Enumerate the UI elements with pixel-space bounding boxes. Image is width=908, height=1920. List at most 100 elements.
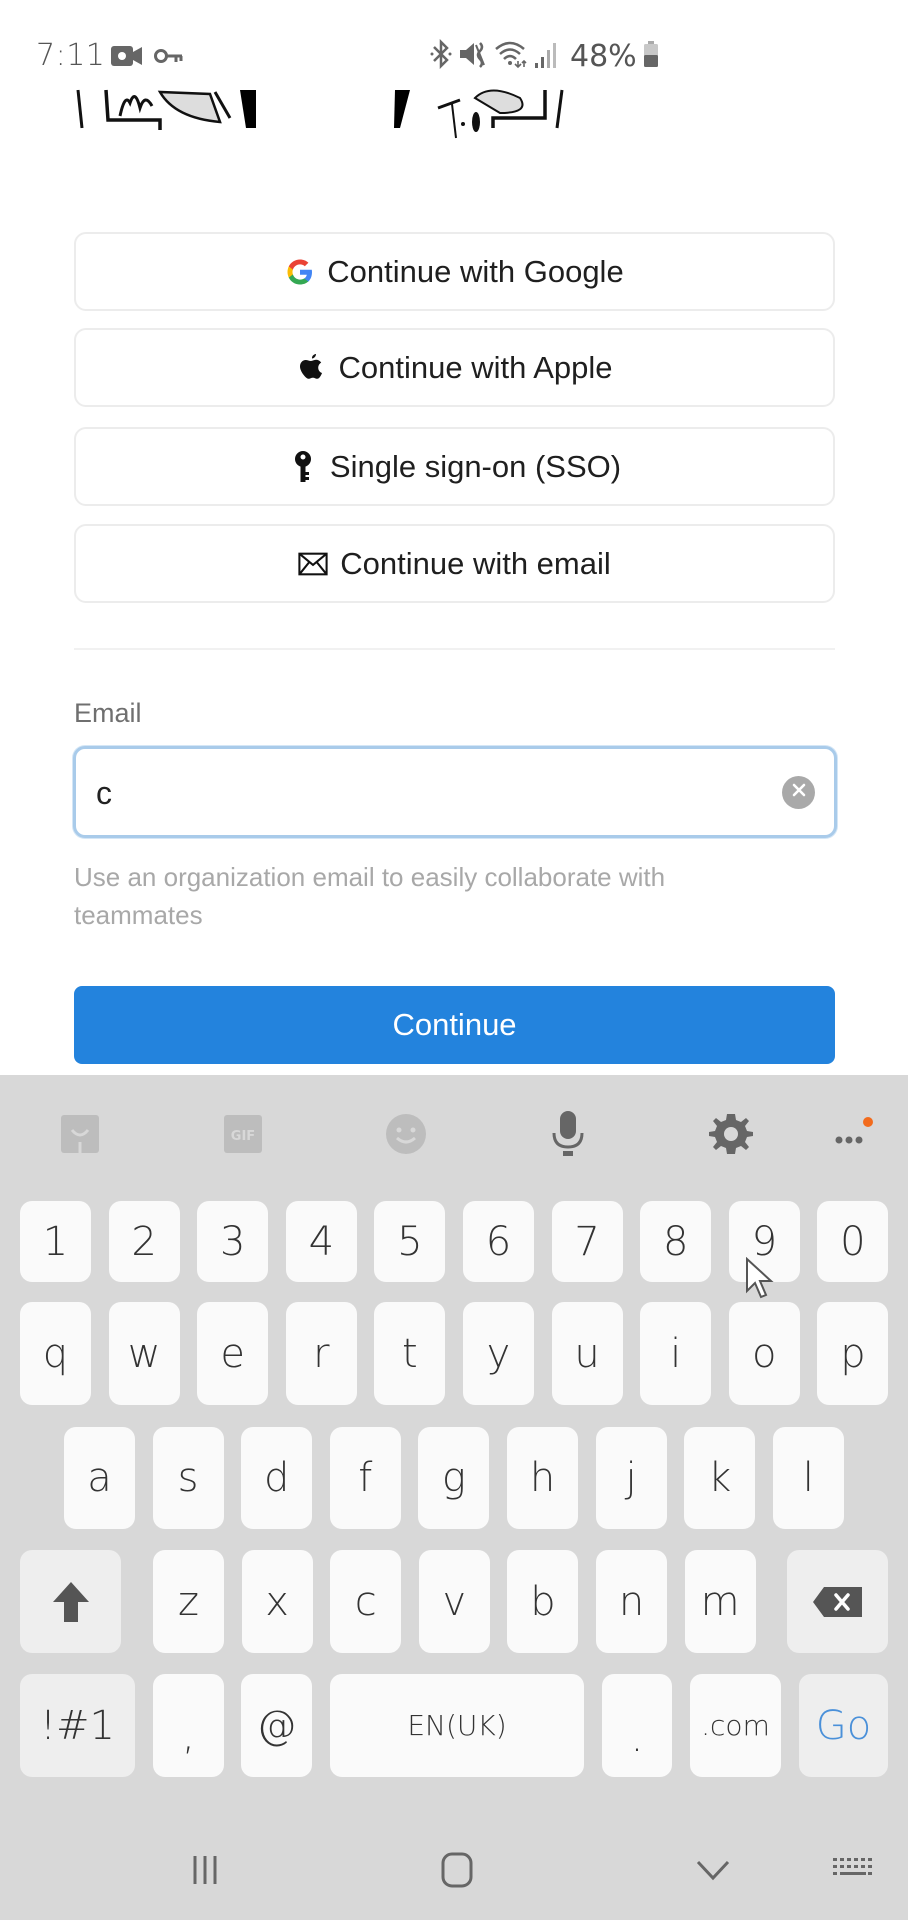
space-key-label: EN(UK) xyxy=(407,1709,507,1742)
key-x[interactable]: x xyxy=(241,1550,313,1653)
period-key[interactable]: . xyxy=(602,1674,672,1777)
key-f[interactable]: f xyxy=(329,1427,401,1529)
key-3[interactable]: 3 xyxy=(197,1201,269,1282)
status-time: 7:11 xyxy=(36,38,106,73)
at-key[interactable]: @ xyxy=(241,1674,312,1777)
key-2[interactable]: 2 xyxy=(108,1201,180,1282)
go-key-label: Go xyxy=(815,1702,872,1749)
backspace-icon xyxy=(812,1586,862,1617)
key-v[interactable]: v xyxy=(418,1550,490,1653)
key-8[interactable]: 8 xyxy=(640,1201,712,1282)
key-l[interactable]: l xyxy=(772,1427,844,1529)
continue-with-google-button[interactable]: Continue with Google xyxy=(74,232,835,311)
key-z[interactable]: z xyxy=(153,1550,224,1653)
key-p[interactable]: p xyxy=(817,1302,889,1405)
key-a-label: a xyxy=(87,1455,112,1501)
key-a[interactable]: a xyxy=(64,1427,135,1529)
key-h[interactable]: h xyxy=(507,1427,578,1529)
key-q-label: q xyxy=(42,1330,69,1377)
key-z-label: z xyxy=(178,1578,199,1625)
key-c[interactable]: c xyxy=(330,1550,402,1653)
continue-with-email-button[interactable]: Continue with email xyxy=(74,524,835,603)
key-t[interactable]: t xyxy=(374,1302,446,1405)
key-k-label: k xyxy=(708,1455,732,1501)
backspace-key[interactable] xyxy=(787,1550,888,1653)
key-y[interactable]: y xyxy=(463,1302,534,1405)
continue-with-apple-label: Continue with Apple xyxy=(338,349,613,385)
key-q[interactable]: q xyxy=(20,1302,91,1405)
key-1[interactable]: 1 xyxy=(20,1201,91,1282)
key-x-label: x xyxy=(265,1578,289,1625)
gif-icon[interactable]: GIF xyxy=(218,1109,268,1159)
key-w-label: w xyxy=(127,1330,161,1377)
back-icon[interactable] xyxy=(688,1845,738,1895)
key-4-label: 4 xyxy=(308,1218,335,1265)
space-key[interactable]: EN(UK) xyxy=(330,1674,584,1777)
go-key[interactable]: Go xyxy=(799,1674,888,1777)
key-7-label: 7 xyxy=(574,1218,600,1265)
email-field-container[interactable] xyxy=(73,746,837,838)
key-r[interactable]: r xyxy=(285,1302,357,1405)
recent-apps-icon[interactable] xyxy=(180,1845,230,1895)
video-record-icon xyxy=(110,44,144,68)
key-6-label: 6 xyxy=(485,1218,512,1265)
key-5-label: 5 xyxy=(397,1218,423,1265)
clear-input-button[interactable] xyxy=(782,776,815,809)
clear-icon xyxy=(791,782,807,803)
key-9-label: 9 xyxy=(751,1218,778,1265)
continue-with-apple-button[interactable]: Continue with Apple xyxy=(74,328,835,407)
settings-icon[interactable] xyxy=(706,1109,756,1159)
key-w[interactable]: w xyxy=(108,1302,180,1405)
dotcom-key[interactable]: .com xyxy=(690,1674,781,1777)
key-3-label: 3 xyxy=(219,1218,246,1265)
mail-icon xyxy=(298,548,328,580)
key-m[interactable]: m xyxy=(684,1550,756,1653)
section-divider xyxy=(74,648,835,650)
apple-icon xyxy=(296,352,326,384)
key-y-label: y xyxy=(486,1330,511,1377)
key-g-label: g xyxy=(441,1455,466,1501)
key-i[interactable]: i xyxy=(640,1302,712,1405)
key-5[interactable]: 5 xyxy=(374,1201,446,1282)
key-g[interactable]: g xyxy=(418,1427,490,1529)
key-j[interactable]: j xyxy=(595,1427,667,1529)
emoji-icon[interactable] xyxy=(381,1109,431,1159)
key-4[interactable]: 4 xyxy=(285,1201,357,1282)
continue-button[interactable]: Continue xyxy=(74,986,835,1064)
email-helper-text: Use an organization email to easily coll… xyxy=(74,862,666,930)
key-r-label: r xyxy=(313,1330,330,1377)
more-icon[interactable] xyxy=(828,1109,878,1159)
email-input[interactable] xyxy=(96,767,756,819)
key-s[interactable]: s xyxy=(152,1427,224,1529)
battery-percent: 48% xyxy=(570,38,637,74)
key-0-label: 0 xyxy=(840,1218,866,1265)
key-7[interactable]: 7 xyxy=(551,1201,623,1282)
key-t-label: t xyxy=(402,1330,418,1377)
key-0[interactable]: 0 xyxy=(817,1201,889,1282)
microphone-icon[interactable] xyxy=(543,1109,593,1159)
at-key-label: @ xyxy=(256,1702,297,1749)
svg-text:GIF: GIF xyxy=(231,1129,255,1144)
key-o[interactable]: o xyxy=(728,1302,800,1405)
key-6[interactable]: 6 xyxy=(463,1201,534,1282)
key-e[interactable]: e xyxy=(197,1302,269,1405)
key-u[interactable]: u xyxy=(551,1302,623,1405)
symbols-key[interactable]: !#1 xyxy=(20,1674,135,1777)
key-9[interactable]: 9 xyxy=(728,1201,800,1282)
status-bar: 7:11 48% xyxy=(0,0,908,80)
key-v-label: v xyxy=(442,1578,467,1625)
keyboard-switch-icon[interactable] xyxy=(828,1845,878,1895)
shift-key[interactable] xyxy=(20,1550,121,1653)
symbols-key-label: !#1 xyxy=(40,1702,115,1749)
key-k[interactable]: k xyxy=(684,1427,756,1529)
vpn-key-icon xyxy=(154,47,184,71)
sticker-icon[interactable] xyxy=(55,1109,105,1159)
key-n[interactable]: n xyxy=(596,1550,667,1653)
mute-vibrate-icon xyxy=(458,39,488,74)
home-icon[interactable] xyxy=(432,1845,482,1895)
continue-with-email-label: Continue with email xyxy=(340,545,611,581)
comma-key[interactable]: , xyxy=(153,1674,224,1777)
key-d[interactable]: d xyxy=(241,1427,313,1529)
key-b[interactable]: b xyxy=(507,1550,579,1653)
single-sign-on-button[interactable]: Single sign-on (SSO) xyxy=(74,427,835,506)
